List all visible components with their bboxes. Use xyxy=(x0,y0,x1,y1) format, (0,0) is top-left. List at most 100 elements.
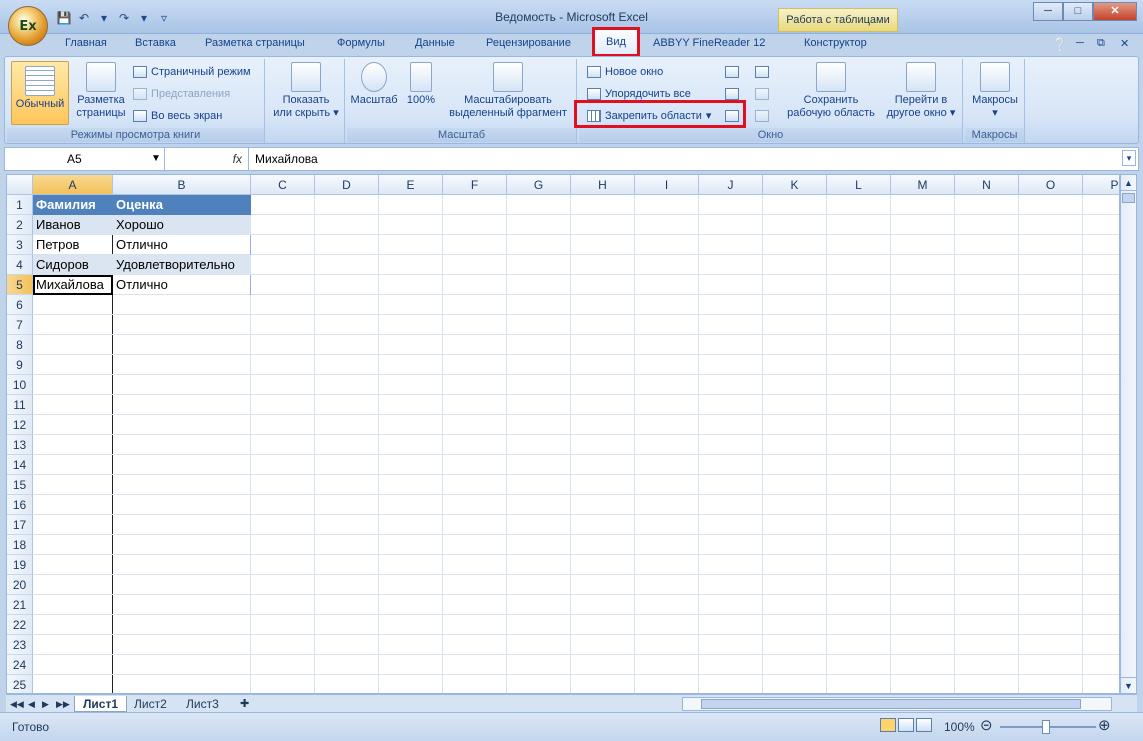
zoom-button[interactable]: Масштаб xyxy=(349,62,399,107)
ribbon-close-icon[interactable]: ✕ xyxy=(1120,37,1129,50)
switch-windows-button[interactable]: Перейти в другое окно ▾ xyxy=(881,62,961,120)
custom-views-button[interactable]: Представления xyxy=(133,85,230,103)
insert-sheet-icon[interactable]: ✚ xyxy=(232,696,257,712)
row-header-14[interactable]: 14 xyxy=(7,455,33,475)
sheet-nav-first-icon[interactable]: ◀◀ xyxy=(8,696,26,712)
tab-review[interactable]: Рецензирование xyxy=(486,37,571,49)
row-header-6[interactable]: 6 xyxy=(7,295,33,315)
row-header-20[interactable]: 20 xyxy=(7,575,33,595)
zoom-100-button[interactable]: 100% xyxy=(403,62,439,107)
table-cell[interactable]: Петров xyxy=(33,235,113,255)
row-header-17[interactable]: 17 xyxy=(7,515,33,535)
row-header-11[interactable]: 11 xyxy=(7,395,33,415)
select-all-corner[interactable] xyxy=(7,175,33,195)
column-header-G[interactable]: G xyxy=(507,175,571,195)
column-header-H[interactable]: H xyxy=(571,175,635,195)
close-button[interactable]: ✕ xyxy=(1093,2,1137,21)
tab-insert[interactable]: Вставка xyxy=(135,37,176,49)
tab-abbyy[interactable]: ABBYY FineReader 12 xyxy=(653,37,765,49)
page-layout-status-icon[interactable] xyxy=(898,718,914,732)
sheet-nav-last-icon[interactable]: ▶▶ xyxy=(54,696,72,712)
normal-view-status-icon[interactable] xyxy=(880,718,896,732)
sheet-tab-3[interactable]: Лист3 xyxy=(178,696,227,712)
new-window-button[interactable]: Новое окно xyxy=(587,63,663,81)
horizontal-scroll-thumb[interactable] xyxy=(701,699,1081,709)
split-button[interactable] xyxy=(725,63,739,81)
row-header-15[interactable]: 15 xyxy=(7,475,33,495)
column-header-L[interactable]: L xyxy=(827,175,891,195)
scroll-up-icon[interactable]: ▲ xyxy=(1121,175,1136,191)
table-cell[interactable]: Отлично xyxy=(113,235,251,255)
row-header-16[interactable]: 16 xyxy=(7,495,33,515)
sheet-nav-prev-icon[interactable]: ◀ xyxy=(26,696,37,712)
row-header-3[interactable]: 3 xyxy=(7,235,33,255)
tab-home[interactable]: Главная xyxy=(65,37,107,49)
column-header-E[interactable]: E xyxy=(379,175,443,195)
row-header-1[interactable]: 1 xyxy=(7,195,33,215)
zoom-out-icon[interactable]: ⊝ xyxy=(980,716,993,734)
zoom-level[interactable]: 100% xyxy=(944,720,975,734)
vertical-scroll-thumb[interactable] xyxy=(1122,193,1135,203)
row-header-24[interactable]: 24 xyxy=(7,655,33,675)
active-cell[interactable]: Михайлова xyxy=(33,275,113,295)
column-header-B[interactable]: B xyxy=(113,175,251,195)
row-header-18[interactable]: 18 xyxy=(7,535,33,555)
row-header-23[interactable]: 23 xyxy=(7,635,33,655)
tab-data[interactable]: Данные xyxy=(415,37,455,49)
office-button[interactable]: Ex xyxy=(8,6,48,46)
row-header-12[interactable]: 12 xyxy=(7,415,33,435)
name-box[interactable]: A5 ▼ xyxy=(5,148,165,170)
formula-input[interactable]: Михайлова xyxy=(255,148,318,170)
column-header-K[interactable]: K xyxy=(763,175,827,195)
table-cell[interactable]: Отлично xyxy=(113,275,251,295)
tab-formulas[interactable]: Формулы xyxy=(337,37,385,49)
sync-scroll-button[interactable] xyxy=(755,85,769,103)
help-icon[interactable]: ❔ xyxy=(1052,37,1068,53)
side-by-side-button[interactable] xyxy=(755,63,769,81)
row-header-25[interactable]: 25 xyxy=(7,675,33,693)
reset-position-button[interactable] xyxy=(755,107,769,125)
chevron-down-icon[interactable]: ▼ xyxy=(151,148,161,170)
macros-button[interactable]: Макросы ▾ xyxy=(967,62,1023,120)
row-header-5[interactable]: 5 xyxy=(7,275,33,295)
row-header-21[interactable]: 21 xyxy=(7,595,33,615)
page-layout-view-button[interactable]: Разметка страницы xyxy=(73,62,129,120)
column-header-O[interactable]: O xyxy=(1019,175,1083,195)
maximize-button[interactable]: □ xyxy=(1063,2,1093,21)
show-hide-button[interactable]: Показать или скрыть ▾ xyxy=(271,62,341,120)
insert-function-button[interactable]: fx xyxy=(167,148,249,170)
column-header-P[interactable]: P xyxy=(1083,175,1119,195)
table-cell[interactable]: Удовлетворительно xyxy=(113,255,251,275)
ribbon-minimize-icon[interactable]: ─ xyxy=(1076,37,1084,49)
page-break-view-button[interactable]: Страничный режим xyxy=(133,63,251,81)
minimize-button[interactable]: ─ xyxy=(1033,2,1063,21)
row-header-10[interactable]: 10 xyxy=(7,375,33,395)
table-cell[interactable]: Иванов xyxy=(33,215,113,235)
row-header-9[interactable]: 9 xyxy=(7,355,33,375)
column-header-F[interactable]: F xyxy=(443,175,507,195)
normal-view-button[interactable]: Обычный xyxy=(11,61,69,125)
ribbon-restore-icon[interactable]: ⧉ xyxy=(1097,37,1105,50)
row-header-7[interactable]: 7 xyxy=(7,315,33,335)
zoom-selection-button[interactable]: Масштабировать выделенный фрагмент xyxy=(443,62,573,120)
scroll-down-icon[interactable]: ▼ xyxy=(1121,677,1136,693)
table-header-cell[interactable]: Фамилия xyxy=(33,195,113,215)
sheet-tab-2[interactable]: Лист2 xyxy=(126,696,175,712)
horizontal-scrollbar[interactable] xyxy=(682,697,1112,711)
page-break-status-icon[interactable] xyxy=(916,718,932,732)
zoom-in-icon[interactable]: ⊕ xyxy=(1098,716,1111,734)
column-header-I[interactable]: I xyxy=(635,175,699,195)
tab-page-layout[interactable]: Разметка страницы xyxy=(205,37,305,49)
row-header-19[interactable]: 19 xyxy=(7,555,33,575)
zoom-slider-thumb[interactable] xyxy=(1042,720,1050,734)
table-cell[interactable]: Хорошо xyxy=(113,215,251,235)
column-header-D[interactable]: D xyxy=(315,175,379,195)
full-screen-button[interactable]: Во весь экран xyxy=(133,107,222,125)
row-header-22[interactable]: 22 xyxy=(7,615,33,635)
row-header-13[interactable]: 13 xyxy=(7,435,33,455)
table-header-cell[interactable]: Оценка xyxy=(113,195,251,215)
vertical-scrollbar[interactable]: ▲ ▼ xyxy=(1120,174,1137,694)
row-header-8[interactable]: 8 xyxy=(7,335,33,355)
column-header-N[interactable]: N xyxy=(955,175,1019,195)
sheet-tab-1[interactable]: Лист1 xyxy=(74,696,128,712)
